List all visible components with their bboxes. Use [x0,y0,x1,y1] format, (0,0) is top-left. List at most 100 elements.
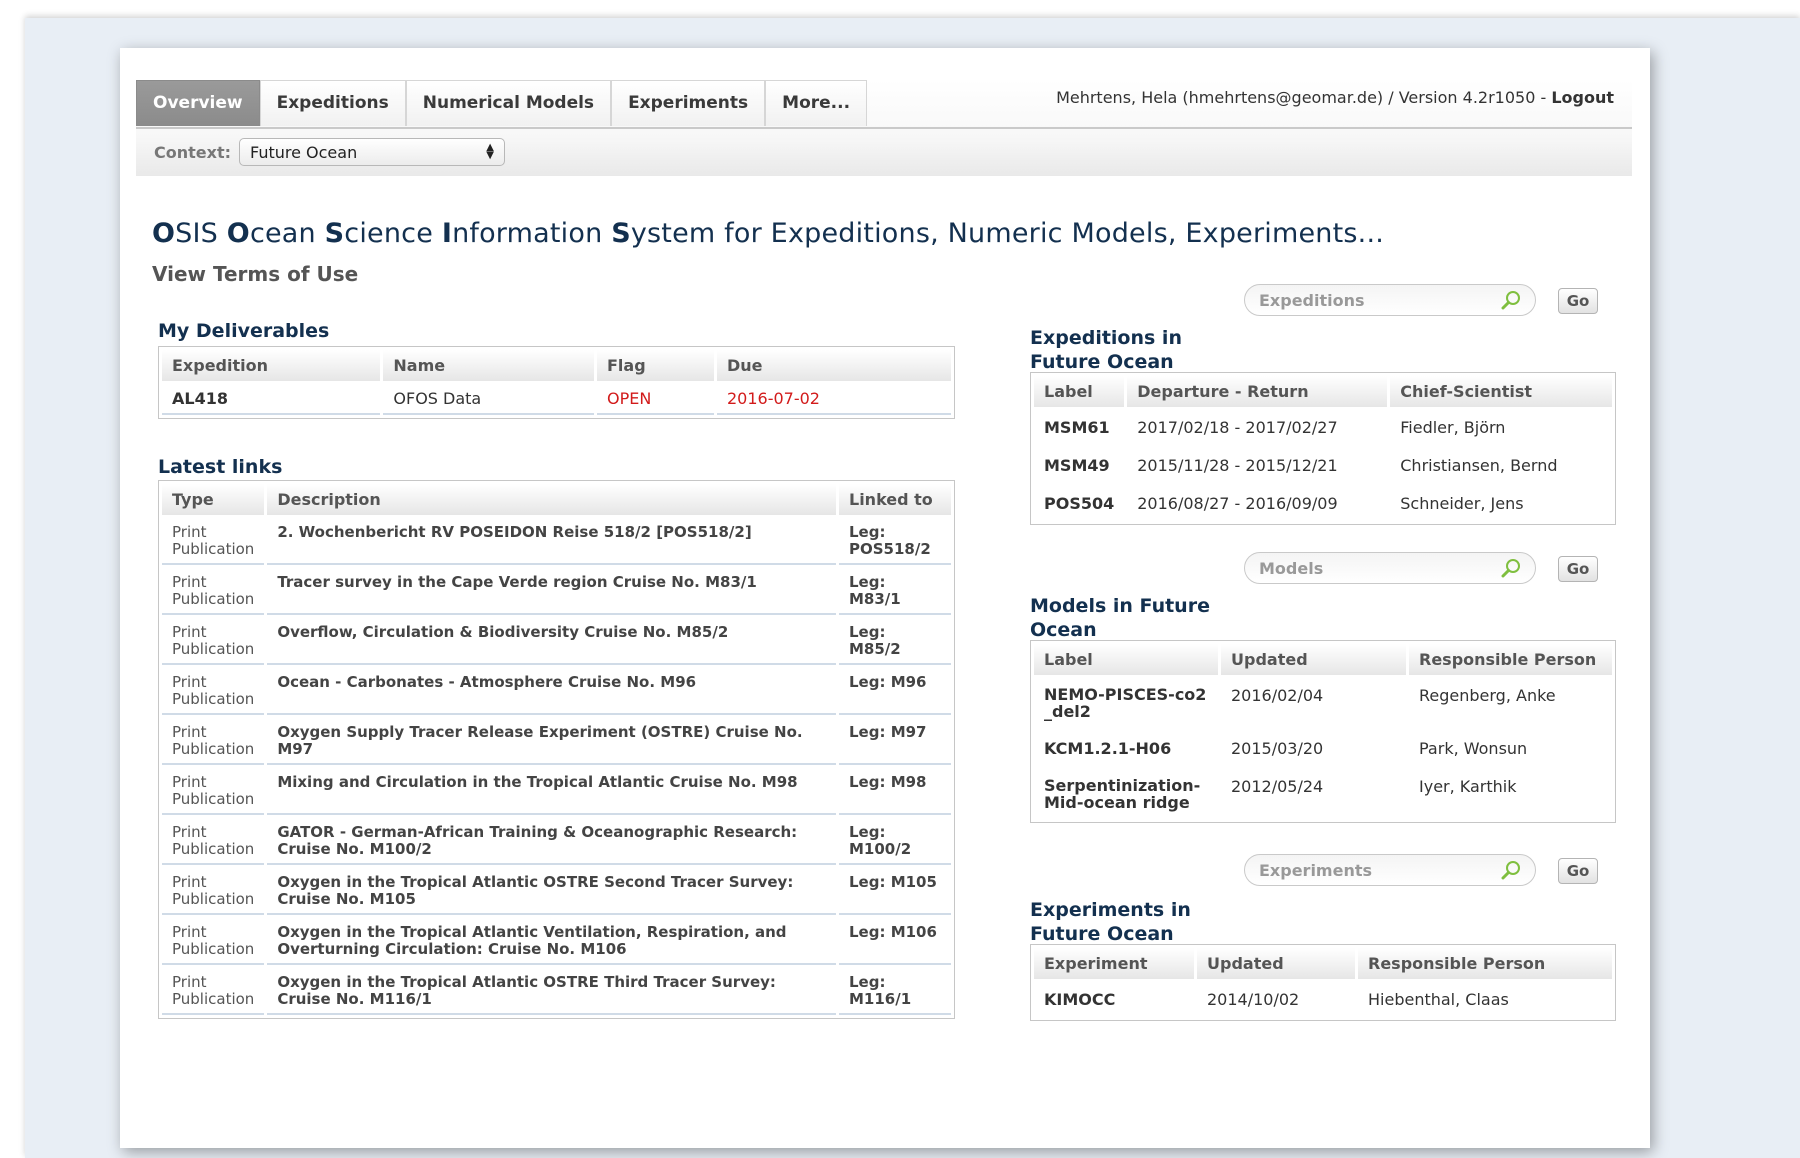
col-updated: Updated [1197,948,1355,979]
deliverables-table: Expedition Name Flag Due AL418 OFOS Data… [158,346,955,419]
expeditions-table: Label Departure - Return Chief-Scientist… [1030,372,1616,525]
table-row[interactable]: MSM49 2015/11/28 - 2015/12/21 Christiansen… [1034,448,1612,483]
link-type: Print Publication [162,668,265,715]
context-selector: Context: Future Ocean ▲ ▼ [154,138,505,166]
link-description[interactable]: Ocean - Carbonates - Atmosphere Cruise N… [267,668,836,715]
experiments-go-button[interactable]: Go [1558,858,1598,884]
user-info: Mehrtens, Hela (hmehrtens@geomar.de) / V… [1056,88,1614,107]
model-label[interactable]: NEMO-PISCES-co2_del2 [1034,678,1218,728]
link-type: Print Publication [162,968,265,1015]
table-row[interactable]: Print Publication 2. Wochenbericht RV POS… [162,518,951,565]
tab-expeditions[interactable]: Expeditions [259,80,406,126]
table-row[interactable]: KIMOCC 2014/10/02 Hiebenthal, Claas [1034,982,1612,1017]
link-leg[interactable]: Leg: M106 [839,918,951,965]
link-leg[interactable]: Leg: POS518/2 [839,518,951,565]
logout-link[interactable]: Logout [1551,88,1614,107]
table-row[interactable]: Print Publication GATOR - German-African … [162,818,951,865]
tab-overview[interactable]: Overview [136,80,260,126]
table-row[interactable]: AL418 OFOS Data OPEN 2016-07-02 [162,384,951,415]
model-label[interactable]: Serpentinization-Mid-ocean ridge [1034,769,1218,819]
table-row[interactable]: KCM1.2.1-H06 2015/03/20 Park, Wonsun [1034,731,1612,766]
search-icon [1501,559,1520,578]
select-arrows-icon: ▲ ▼ [486,142,494,161]
link-leg[interactable]: Leg: M116/1 [839,968,951,1015]
link-description[interactable]: Tracer survey in the Cape Verde region C… [267,568,836,615]
table-row[interactable]: POS504 2016/08/27 - 2016/09/09 Schneider, … [1034,486,1612,521]
link-leg[interactable]: Leg: M105 [839,868,951,915]
page-title: OSIS Ocean Science Information System fo… [152,218,1385,249]
link-leg[interactable]: Leg: M98 [839,768,951,815]
deliverable-flag: OPEN [596,384,714,415]
col-name: Name [383,350,594,381]
search-icon [1501,861,1520,880]
col-label: Label [1034,644,1218,675]
model-updated: 2015/03/20 [1231,739,1324,758]
table-row[interactable]: Print Publication Tracer survey in the Ca… [162,568,951,615]
models-heading: Models in Future Ocean [1030,595,1210,641]
link-description[interactable]: Oxygen Supply Tracer Release Experiment … [267,718,836,765]
link-description[interactable]: Overflow, Circulation & Biodiversity Cru… [267,618,836,665]
link-type: Print Publication [162,818,265,865]
experiments-search-placeholder: Experiments [1259,860,1373,880]
expedition-label[interactable]: MSM49 [1034,448,1124,483]
table-row[interactable]: MSM61 2017/02/18 - 2017/02/27 Fiedler, Bjö… [1034,410,1612,445]
table-row[interactable]: Print Publication Oxygen Supply Tracer Re… [162,718,951,765]
tab-experiments[interactable]: Experiments [611,80,766,126]
experiments-search-input[interactable]: Experiments [1244,854,1536,886]
table-row[interactable]: Print Publication Oxygen in the Tropical … [162,868,951,915]
table-row[interactable]: Print Publication Mixing and Circulation … [162,768,951,815]
link-leg[interactable]: Leg: M96 [839,668,951,715]
col-label: Label [1034,376,1125,407]
table-row[interactable]: Serpentinization-Mid-ocean ridge 2012/05/… [1034,769,1612,819]
models-go-button[interactable]: Go [1558,556,1598,582]
links-heading: Latest links [158,456,283,478]
tab-numerical-models[interactable]: Numerical Models [405,80,612,126]
models-search-input[interactable]: Models [1244,552,1536,584]
expedition-label[interactable]: MSM61 [1034,410,1124,445]
context-select[interactable]: Future Ocean ▲ ▼ [239,138,505,166]
models-search-placeholder: Models [1259,558,1324,578]
model-person: Iyer, Karthik [1419,777,1517,796]
main-card: Overview Expeditions Numerical Models Ex… [120,48,1650,1148]
link-leg[interactable]: Leg: M85/2 [839,618,951,665]
experiment-label[interactable]: KIMOCC [1034,982,1194,1017]
link-description[interactable]: GATOR - German-African Training & Oceano… [267,818,836,865]
table-row[interactable]: Print Publication Overflow, Circulation &… [162,618,951,665]
link-description[interactable]: Oxygen in the Tropical Atlantic Ventilat… [267,918,836,965]
link-description[interactable]: Oxygen in the Tropical Atlantic OSTRE Se… [267,868,836,915]
search-icon [1501,291,1520,310]
col-updated: Updated [1221,644,1406,675]
deliverable-expedition[interactable]: AL418 [162,384,381,415]
col-type: Type [162,484,265,515]
context-label: Context: [154,142,231,162]
table-row[interactable]: NEMO-PISCES-co2_del2 2016/02/04 Regenberg,… [1034,678,1612,728]
models-table: Label Updated Responsible Person NEMO-PI… [1030,640,1616,823]
link-description[interactable]: Oxygen in the Tropical Atlantic OSTRE Th… [267,968,836,1015]
expedition-label[interactable]: POS504 [1034,486,1124,521]
link-description[interactable]: 2. Wochenbericht RV POSEIDON Reise 518/2… [267,518,836,565]
col-experiment: Experiment [1034,948,1194,979]
col-flag: Flag [596,350,714,381]
expedition-person: Schneider, Jens [1400,494,1524,513]
model-updated: 2012/05/24 [1231,777,1324,796]
expeditions-go-button[interactable]: Go [1558,288,1598,314]
link-leg[interactable]: Leg: M83/1 [839,568,951,615]
table-row[interactable]: Print Publication Oxygen in the Tropical … [162,918,951,965]
expedition-dates: 2017/02/18 - 2017/02/27 [1137,418,1338,437]
col-description: Description [267,484,836,515]
link-leg[interactable]: Leg: M100/2 [839,818,951,865]
model-label[interactable]: KCM1.2.1-H06 [1034,731,1218,766]
expeditions-search-input[interactable]: Expeditions [1244,284,1536,316]
expeditions-search-placeholder: Expeditions [1259,290,1365,310]
model-updated: 2016/02/04 [1231,686,1324,705]
link-description[interactable]: Mixing and Circulation in the Tropical A… [267,768,836,815]
expedition-dates: 2015/11/28 - 2015/12/21 [1137,456,1338,475]
table-row[interactable]: Print Publication Ocean - Carbonates - At… [162,668,951,715]
tab-more[interactable]: More... [765,80,868,126]
link-leg[interactable]: Leg: M97 [839,718,951,765]
table-row[interactable]: Print Publication Oxygen in the Tropical … [162,968,951,1015]
col-chief-scientist: Chief-Scientist [1390,376,1612,407]
terms-link[interactable]: View Terms of Use [152,262,358,286]
col-responsible-person: Responsible Person [1409,644,1612,675]
col-linked-to: Linked to [839,484,951,515]
